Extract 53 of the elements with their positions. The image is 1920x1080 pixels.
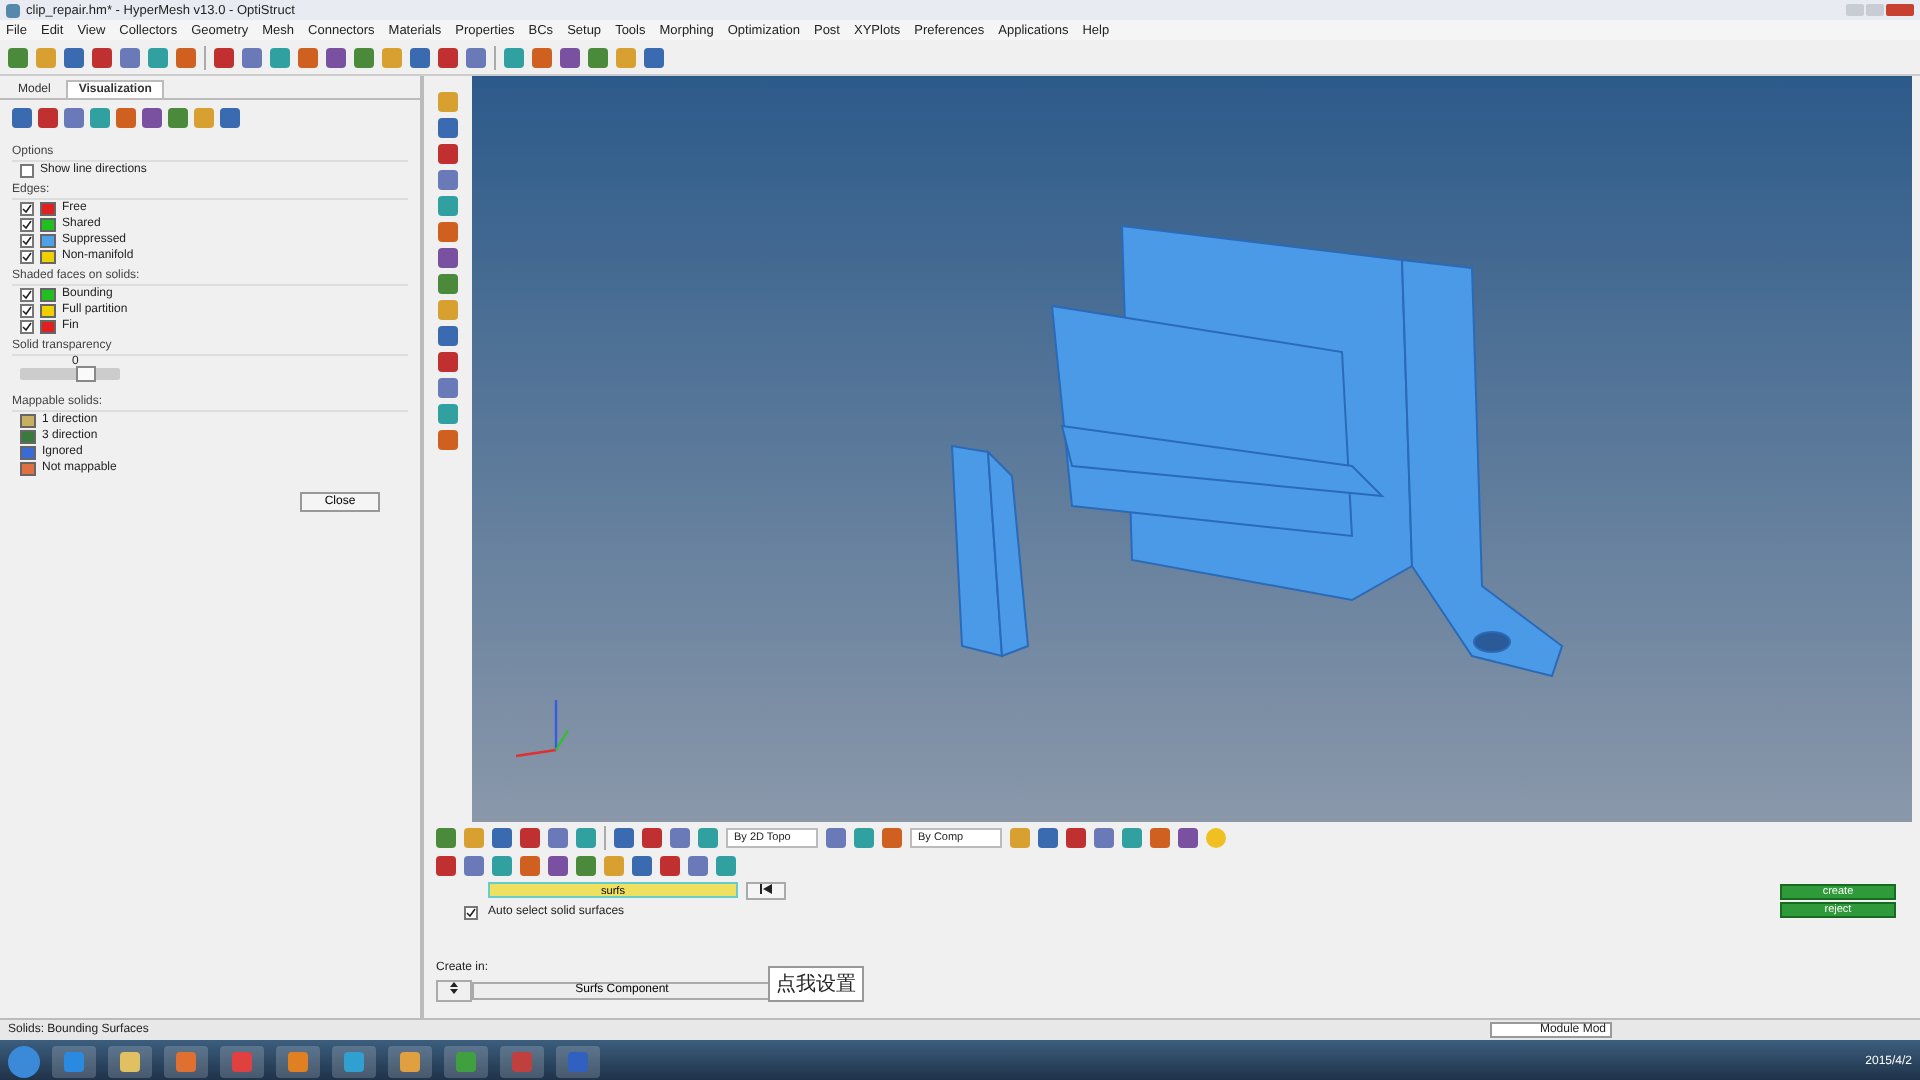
axis-triad-icon bbox=[515, 700, 570, 758]
taskbar-app-icon[interactable] bbox=[108, 1046, 152, 1078]
tool-icon[interactable] bbox=[854, 827, 874, 848]
tool-icon[interactable] bbox=[1094, 827, 1114, 848]
tool-icon[interactable] bbox=[520, 827, 540, 848]
tool-icon[interactable] bbox=[520, 855, 540, 876]
tool-icon[interactable] bbox=[698, 827, 718, 848]
tool-icon[interactable] bbox=[1122, 827, 1142, 848]
checkbox[interactable] bbox=[20, 217, 34, 231]
tool-icon[interactable] bbox=[464, 855, 484, 876]
tool-icon[interactable] bbox=[826, 827, 846, 848]
tool-icon[interactable] bbox=[1178, 827, 1198, 848]
tool-icon[interactable] bbox=[576, 855, 596, 876]
tool-icon[interactable] bbox=[436, 855, 456, 876]
spinner-icon[interactable] bbox=[436, 979, 472, 1002]
checkbox[interactable] bbox=[20, 303, 34, 317]
tool-icon[interactable] bbox=[688, 855, 708, 876]
tool-icon[interactable] bbox=[548, 827, 568, 848]
checkbox[interactable] bbox=[20, 201, 34, 215]
taskbar-app-icon[interactable] bbox=[388, 1046, 432, 1078]
graphics-viewport[interactable] bbox=[472, 76, 1912, 822]
tool-icon[interactable] bbox=[642, 827, 662, 848]
tool-icon[interactable] bbox=[576, 827, 596, 848]
tool-icon[interactable] bbox=[716, 855, 736, 876]
checkbox[interactable] bbox=[20, 287, 34, 301]
checkbox[interactable] bbox=[464, 905, 478, 920]
tool-icon[interactable] bbox=[882, 827, 902, 848]
start-button[interactable] bbox=[8, 1046, 40, 1078]
tool-icon[interactable] bbox=[614, 827, 634, 848]
tool-icon[interactable] bbox=[670, 827, 690, 848]
tool-icon[interactable] bbox=[1038, 827, 1058, 848]
tool-icon[interactable] bbox=[660, 855, 680, 876]
taskbar-app-icon[interactable] bbox=[52, 1046, 96, 1078]
tool-icon[interactable] bbox=[492, 827, 512, 848]
tool-icon[interactable] bbox=[632, 855, 652, 876]
tool-icon[interactable] bbox=[1150, 827, 1170, 848]
skip-to-start-icon bbox=[760, 883, 772, 894]
tooltip: 点我设置 bbox=[768, 965, 864, 1002]
checkbox[interactable] bbox=[20, 319, 34, 333]
slider-thumb[interactable] bbox=[76, 366, 96, 382]
app-icon bbox=[6, 3, 20, 17]
checkbox[interactable] bbox=[20, 163, 34, 177]
checkbox[interactable] bbox=[20, 233, 34, 247]
tool-icon[interactable] bbox=[436, 827, 456, 848]
checkbox[interactable] bbox=[20, 249, 34, 263]
taskbar-app-icon[interactable] bbox=[332, 1046, 376, 1078]
tool-icon[interactable] bbox=[548, 855, 568, 876]
taskbar-app-icon[interactable] bbox=[164, 1046, 208, 1078]
taskbar-app-icon[interactable] bbox=[444, 1046, 488, 1078]
tool-icon[interactable] bbox=[492, 855, 512, 876]
taskbar-app-icon[interactable] bbox=[276, 1046, 320, 1078]
tool-icon[interactable] bbox=[1066, 827, 1086, 848]
reset-button[interactable] bbox=[746, 881, 786, 900]
